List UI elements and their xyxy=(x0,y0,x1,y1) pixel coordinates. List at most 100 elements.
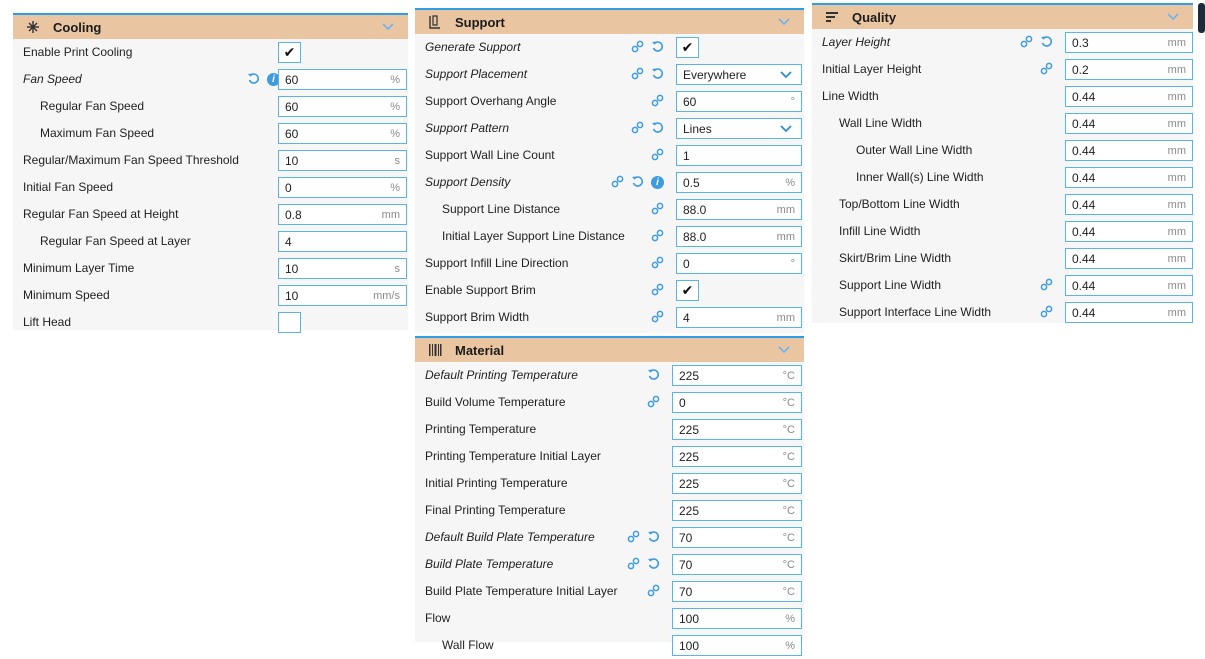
setting-input[interactable]: 225 °C xyxy=(672,473,802,494)
setting-input[interactable]: 100% xyxy=(672,635,802,656)
reset-icon-wrap[interactable] xyxy=(247,66,260,93)
setting-checkbox[interactable]: ✔ xyxy=(676,280,699,301)
chevron-down-icon[interactable] xyxy=(774,15,794,29)
setting-input[interactable]: 225 °C xyxy=(672,365,802,386)
setting-input[interactable]: 0.44 mm xyxy=(1065,302,1193,323)
setting-dropdown[interactable]: Everywhere xyxy=(676,64,802,85)
link-icon[interactable] xyxy=(651,148,664,164)
setting-input[interactable]: 60% xyxy=(278,123,407,144)
link-icon[interactable] xyxy=(631,40,644,56)
setting-input[interactable]: 1 xyxy=(676,145,802,166)
reset-icon[interactable] xyxy=(651,67,664,83)
link-icon-wrap[interactable] xyxy=(651,277,664,304)
link-icon[interactable] xyxy=(647,395,660,411)
reset-icon-wrap[interactable] xyxy=(647,524,660,551)
setting-input[interactable]: 60 ° xyxy=(676,91,802,112)
link-icon[interactable] xyxy=(631,67,644,83)
setting-input[interactable]: 4 xyxy=(278,231,407,252)
link-icon-wrap[interactable] xyxy=(651,196,664,223)
link-icon-wrap[interactable] xyxy=(651,250,664,277)
info-icon[interactable]: i xyxy=(651,176,664,189)
setting-input[interactable]: 70 °C xyxy=(672,554,802,575)
reset-icon[interactable] xyxy=(647,530,660,546)
chevron-down-icon[interactable] xyxy=(777,122,795,136)
setting-input[interactable]: 0.44 mm xyxy=(1065,248,1193,269)
reset-icon-wrap[interactable] xyxy=(1040,29,1053,56)
link-icon[interactable] xyxy=(651,283,664,299)
setting-input[interactable]: 0.44 mm xyxy=(1065,194,1193,215)
reset-icon[interactable] xyxy=(631,175,644,191)
setting-input[interactable]: 0% xyxy=(278,177,407,198)
link-icon[interactable] xyxy=(1020,35,1033,51)
setting-input[interactable]: 225 °C xyxy=(672,446,802,467)
reset-icon[interactable] xyxy=(651,40,664,56)
link-icon-wrap[interactable] xyxy=(647,578,660,605)
info-icon-wrap[interactable]: i xyxy=(651,169,664,196)
link-icon[interactable] xyxy=(647,584,660,600)
link-icon-wrap[interactable] xyxy=(651,304,664,331)
setting-input[interactable]: 88.0 mm xyxy=(676,226,802,247)
setting-input[interactable]: 10 mm/s xyxy=(278,285,407,306)
setting-input[interactable]: 0.44 mm xyxy=(1065,86,1193,107)
setting-input[interactable]: 0 °C xyxy=(672,392,802,413)
setting-input[interactable]: 0.44 mm xyxy=(1065,221,1193,242)
setting-input[interactable]: 0.44 mm xyxy=(1065,167,1193,188)
setting-input[interactable]: 0 ° xyxy=(676,253,802,274)
setting-input[interactable]: 10 s xyxy=(278,150,407,171)
support-header[interactable]: Support xyxy=(415,8,804,34)
setting-input[interactable]: 60% xyxy=(278,96,407,117)
setting-input[interactable]: 0.8 mm xyxy=(278,204,407,225)
setting-input[interactable]: 0.44 mm xyxy=(1065,275,1193,296)
link-icon-wrap[interactable] xyxy=(651,88,664,115)
reset-icon-wrap[interactable] xyxy=(651,115,664,142)
scrollbar-edge[interactable] xyxy=(1198,3,1205,33)
chevron-down-icon[interactable] xyxy=(777,68,795,82)
setting-input[interactable]: 0.44 mm xyxy=(1065,140,1193,161)
reset-icon-wrap[interactable] xyxy=(651,34,664,61)
chevron-down-icon[interactable] xyxy=(1163,10,1183,24)
setting-input[interactable]: 4 mm xyxy=(676,307,802,328)
link-icon[interactable] xyxy=(627,557,640,573)
setting-input[interactable]: 10 s xyxy=(278,258,407,279)
link-icon[interactable] xyxy=(651,202,664,218)
link-icon[interactable] xyxy=(651,94,664,110)
link-icon[interactable] xyxy=(1040,278,1053,294)
setting-checkbox[interactable]: ✔ xyxy=(676,37,699,58)
setting-input[interactable]: 225 °C xyxy=(672,500,802,521)
reset-icon[interactable] xyxy=(651,121,664,137)
setting-input[interactable]: 70 °C xyxy=(672,581,802,602)
link-icon-wrap[interactable] xyxy=(647,389,660,416)
link-icon[interactable] xyxy=(1040,305,1053,321)
reset-icon[interactable] xyxy=(647,557,660,573)
reset-icon-wrap[interactable] xyxy=(651,61,664,88)
link-icon[interactable] xyxy=(1040,62,1053,78)
setting-dropdown[interactable]: Lines xyxy=(676,118,802,139)
link-icon-wrap[interactable] xyxy=(1040,272,1053,299)
link-icon[interactable] xyxy=(631,121,644,137)
link-icon[interactable] xyxy=(651,256,664,272)
link-icon-wrap[interactable] xyxy=(1020,29,1033,56)
setting-input[interactable]: 60% xyxy=(278,69,407,90)
setting-input[interactable]: 0.3 mm xyxy=(1065,32,1193,53)
link-icon[interactable] xyxy=(651,310,664,326)
setting-input[interactable]: 0.2 mm xyxy=(1065,59,1193,80)
link-icon-wrap[interactable] xyxy=(651,223,664,250)
link-icon-wrap[interactable] xyxy=(631,61,644,88)
link-icon[interactable] xyxy=(611,175,624,191)
link-icon-wrap[interactable] xyxy=(627,551,640,578)
setting-input[interactable]: 0.5% xyxy=(676,172,802,193)
setting-checkbox[interactable] xyxy=(278,312,301,333)
material-header[interactable]: Material xyxy=(415,336,804,362)
link-icon-wrap[interactable] xyxy=(1040,299,1053,326)
link-icon-wrap[interactable] xyxy=(1040,56,1053,83)
link-icon[interactable] xyxy=(651,229,664,245)
link-icon-wrap[interactable] xyxy=(631,34,644,61)
reset-icon-wrap[interactable] xyxy=(647,551,660,578)
link-icon-wrap[interactable] xyxy=(611,169,624,196)
link-icon-wrap[interactable] xyxy=(651,142,664,169)
link-icon-wrap[interactable] xyxy=(627,524,640,551)
cooling-header[interactable]: Cooling xyxy=(13,13,408,39)
setting-input[interactable]: 88.0 mm xyxy=(676,199,802,220)
chevron-down-icon[interactable] xyxy=(378,20,398,34)
reset-icon[interactable] xyxy=(647,368,660,384)
